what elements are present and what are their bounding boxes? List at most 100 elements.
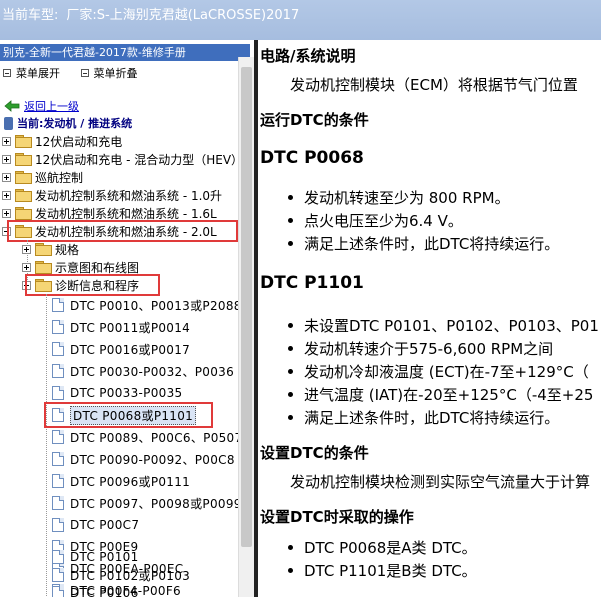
expand-toggle-icon[interactable]	[22, 262, 31, 272]
expand-toggle-icon[interactable]	[2, 172, 11, 182]
doc-label: DTC P0097、P0098或P0099	[70, 496, 238, 511]
bullet-icon	[288, 369, 293, 374]
list-item: 进气温度 (IAT)在-20至+125°C（-4至+25	[288, 384, 593, 405]
list-item: 发动机转速介于575-6,600 RPM之间	[288, 338, 553, 359]
document-icon	[52, 364, 64, 378]
bullet-icon	[288, 195, 293, 200]
doc-label: DTC P0090-P0092、P00C8	[70, 452, 235, 467]
tree-doc-item[interactable]: DTC P0096或P0111	[52, 472, 190, 490]
list-item: 发动机转速至少为 800 RPM。	[288, 187, 510, 208]
scroll-thumb[interactable]	[241, 67, 252, 547]
doc-label: DTC P0030-P0032、P0036	[70, 364, 235, 379]
tree-doc-item[interactable]: DTC P0102或P0103	[52, 566, 190, 584]
tree-item-diagnostics[interactable]: 诊断信息和程序	[22, 276, 139, 294]
list-item: 满足上述条件时，此DTC将持续运行。	[288, 407, 559, 428]
list-item-text: 点火电压至少为6.4 V。	[304, 212, 463, 230]
document-icon	[52, 518, 64, 532]
section-title: 设置DTC的条件	[260, 444, 369, 462]
collapse-menu-button[interactable]: 菜单折叠	[80, 65, 138, 81]
collapse-icon	[80, 69, 89, 77]
doc-label: DTC P0011或P0014	[70, 320, 191, 335]
tree-doc-item[interactable]: DTC P0033-P0035	[52, 384, 182, 402]
bullet-icon	[288, 545, 293, 550]
tree-item-label: 示意图和布线图	[55, 260, 140, 275]
tree-item-cruise[interactable]: 巡航控制	[2, 168, 83, 186]
content-pane: 电路/系统说明 发动机控制模块（ECM）将根据节气门位置 运行DTC的条件 DT…	[258, 40, 601, 597]
document-icon	[52, 550, 64, 564]
location-icon	[4, 116, 13, 130]
tree-doc-item[interactable]: DTC P0101	[52, 548, 139, 566]
bullet-icon	[288, 241, 293, 246]
expand-toggle-icon[interactable]	[2, 190, 11, 200]
tree-item-label: 发动机控制系统和燃油系统 - 1.6L	[35, 206, 217, 221]
sidebar-scrollbar[interactable]	[238, 57, 254, 597]
collapse-menu-label: 菜单折叠	[93, 67, 138, 80]
expand-toggle-icon[interactable]	[2, 136, 11, 146]
list-item-text: 进气温度 (IAT)在-20至+125°C（-4至+25	[304, 386, 594, 404]
document-icon	[52, 586, 64, 597]
document-icon	[52, 496, 64, 510]
section-paragraph: 发动机控制模块（ECM）将根据节气门位置	[290, 76, 578, 94]
list-item-text: 发动机转速至少为 800 RPM。	[304, 189, 510, 207]
folder-icon	[15, 153, 32, 166]
tree-doc-item[interactable]: DTC P0106	[52, 584, 139, 597]
tree-doc-item[interactable]: DTC P0010、P0013或P2088	[52, 296, 238, 314]
title-bar: 当前车型: 厂家:S-上海别克君越(LaCROSSE)2017	[0, 0, 601, 40]
sidebar-header: 别克-全新一代君越-2017款-维修手册	[0, 44, 250, 61]
doc-label: DTC P0102或P0103	[70, 568, 191, 583]
document-icon	[52, 408, 64, 422]
expand-toggle-icon[interactable]	[22, 244, 31, 254]
dtc-heading: DTC P1101	[260, 273, 364, 293]
expand-toggle-icon[interactable]	[2, 208, 11, 218]
tree-item-engine-2-0[interactable]: 发动机控制系统和燃油系统 - 2.0L	[2, 222, 217, 240]
tree-line	[46, 294, 47, 597]
list-item-text: DTC P1101是B类 DTC。	[304, 562, 477, 580]
collapse-toggle-icon[interactable]	[2, 226, 11, 236]
tree-item-12v-hybrid[interactable]: 12伏启动和充电 - 混合动力型（HEV）	[2, 150, 238, 168]
sidebar-toolbar: 菜单展开 菜单折叠	[0, 65, 152, 81]
tree-item-schematics[interactable]: 示意图和布线图	[22, 258, 139, 276]
list-item-text: 满足上述条件时，此DTC将持续运行。	[304, 235, 560, 253]
section-title: 电路/系统说明	[260, 47, 356, 65]
tree-item-12v-start-charge[interactable]: 12伏启动和充电	[2, 132, 122, 150]
doc-label: DTC P0106	[70, 586, 139, 597]
tree-doc-item[interactable]: DTC P0030-P0032、P0036	[52, 362, 234, 380]
section-title: 运行DTC的条件	[260, 111, 369, 129]
list-item-text: 发动机转速介于575-6,600 RPM之间	[304, 340, 554, 358]
tree-item-engine-1-0[interactable]: 发动机控制系统和燃油系统 - 1.0升	[2, 186, 222, 204]
doc-label: DTC P0096或P0111	[70, 474, 191, 489]
tree-doc-item[interactable]: DTC P00C7	[52, 516, 139, 534]
current-model-value: 厂家:S-上海别克君越(LaCROSSE)2017	[66, 8, 300, 23]
tree-item-label: 巡航控制	[35, 170, 84, 185]
list-item: 未设置DTC P0101、P0102、P0103、P01	[288, 315, 599, 336]
folder-open-icon	[15, 225, 32, 238]
doc-label: DTC P0089、P00C6、P0507	[70, 430, 238, 445]
document-icon	[52, 474, 64, 488]
document-icon	[52, 452, 64, 466]
back-link[interactable]: 返回上一级	[24, 98, 79, 114]
tree-item-specs[interactable]: 规格	[22, 240, 79, 258]
tree-doc-item[interactable]: DTC P0011或P0014	[52, 318, 190, 336]
expand-toggle-icon[interactable]	[2, 154, 11, 164]
list-item: 点火电压至少为6.4 V。	[288, 210, 463, 231]
tree-item-label: 12伏启动和充电 - 混合动力型（HEV）	[35, 152, 238, 167]
folder-icon	[15, 135, 32, 148]
sidebar: 别克-全新一代君越-2017款-维修手册 菜单展开 菜单折叠 返回上一级 当前:…	[0, 40, 254, 597]
list-item: DTC P1101是B类 DTC。	[288, 560, 477, 581]
bullet-icon	[288, 392, 293, 397]
back-nav[interactable]: 返回上一级	[4, 98, 79, 114]
bullet-icon	[288, 346, 293, 351]
collapse-toggle-icon[interactable]	[22, 280, 31, 290]
nav-tree: 12伏启动和充电 12伏启动和充电 - 混合动力型（HEV） 巡航控制 发动机控…	[0, 132, 238, 597]
tree-doc-item-selected[interactable]: DTC P0068或P1101	[52, 405, 197, 425]
tree-doc-item[interactable]: DTC P0016或P0017	[52, 340, 190, 358]
tree-doc-item[interactable]: DTC P0090-P0092、P00C8	[52, 450, 235, 468]
list-item-text: 满足上述条件时，此DTC将持续运行。	[304, 409, 560, 427]
expand-menu-button[interactable]: 菜单展开	[3, 65, 60, 81]
current-location-text: 当前:发动机 / 推进系统	[17, 117, 133, 130]
tree-item-label: 发动机控制系统和燃油系统 - 1.0升	[35, 188, 223, 203]
doc-label: DTC P00C7	[70, 518, 140, 532]
tree-doc-item[interactable]: DTC P0097、P0098或P0099	[52, 494, 238, 512]
tree-doc-item[interactable]: DTC P0089、P00C6、P0507	[52, 428, 238, 446]
tree-item-engine-1-6[interactable]: 发动机控制系统和燃油系统 - 1.6L	[2, 204, 217, 222]
